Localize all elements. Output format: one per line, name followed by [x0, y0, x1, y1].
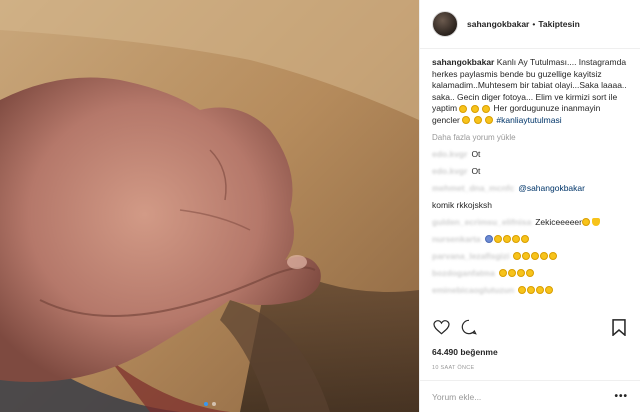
comment-item: mehmet_dna_mcnfc @sahangokbakar — [432, 182, 628, 194]
comment-item: eminebicaoglutuzun — [432, 284, 628, 296]
laughing-emoji-icon — [502, 235, 511, 243]
following-button[interactable]: Takiptesin — [538, 19, 579, 29]
post-actions — [432, 318, 628, 336]
add-comment-bar: ••• — [420, 380, 640, 412]
laughing-emoji-icon — [549, 252, 558, 260]
comment-mention[interactable]: @sahangokbakar — [518, 182, 585, 194]
post-sidebar: sahangokbakar • Takiptesin sahangokbakar… — [419, 0, 640, 412]
fist-photo — [0, 0, 419, 412]
comment-username[interactable]: eminebicaoglutuzun — [432, 284, 514, 296]
comment-item: parvana_lezaflsgizi — [432, 250, 628, 262]
bookmark-icon[interactable] — [610, 318, 628, 336]
laughing-emoji-icon — [485, 116, 494, 125]
comment-username[interactable]: edo.kvgr — [432, 165, 467, 177]
post-header: sahangokbakar • Takiptesin — [420, 0, 640, 49]
rofl-emoji-icon — [527, 286, 536, 294]
laughing-emoji-icon — [482, 104, 491, 113]
comment-input[interactable] — [432, 391, 615, 402]
laughing-emoji-icon — [507, 269, 516, 277]
load-more-comments[interactable]: Daha fazla yorum yükle — [432, 133, 628, 142]
comment-item: edo.kvgr Ot — [432, 148, 628, 160]
laughing-emoji-icon — [473, 116, 482, 125]
comments-list: sahangokbakar Kanlı Ay Tutulması.... Ins… — [420, 49, 640, 339]
comment-item: bozdoganfatma — [432, 267, 628, 279]
comment-icon[interactable] — [460, 318, 478, 336]
laughing-emoji-icon — [525, 269, 534, 277]
avatar[interactable] — [432, 11, 458, 37]
rofl-emoji-icon — [536, 286, 545, 294]
more-icon[interactable]: ••• — [614, 391, 628, 402]
comment-item: komik rkkojsksh — [432, 199, 628, 211]
carousel-indicator — [0, 402, 419, 406]
laughing-emoji-icon — [516, 269, 525, 277]
post-timestamp[interactable]: 10 SAAT ÖNCE — [432, 365, 475, 371]
laughing-emoji-icon — [493, 235, 502, 243]
comment-username[interactable]: gulden_ecrimsu_elifnisa — [432, 216, 531, 228]
laughing-emoji-icon — [498, 269, 507, 277]
comment-text: Ot — [471, 149, 481, 159]
caption: sahangokbakar Kanlı Ay Tutulması.... Ins… — [432, 57, 628, 126]
comment-username[interactable]: nursenkarta — [432, 233, 481, 245]
laughing-emoji-icon — [511, 235, 520, 243]
comment-text: Ot — [471, 166, 481, 176]
rofl-emoji-icon — [545, 286, 554, 294]
rofl-emoji-icon — [518, 286, 527, 294]
laughing-emoji-icon — [531, 252, 540, 260]
laughing-emoji-icon — [513, 252, 522, 260]
comment-item: nursenkarta — [432, 233, 628, 245]
laughing-emoji-icon — [462, 116, 471, 125]
likes-count[interactable]: 64.490 beğenme — [432, 347, 498, 357]
person-emoji-icon — [484, 235, 493, 243]
caption-hashtag[interactable]: #kanliaytutulmasi — [496, 115, 561, 125]
heart-icon[interactable] — [432, 318, 450, 336]
laughing-emoji-icon — [470, 104, 479, 113]
comment-username[interactable]: edo.kvgr — [432, 148, 467, 160]
comment-item: edo.kvgr Ot — [432, 165, 628, 177]
laughing-emoji-icon — [581, 218, 590, 226]
thumbs-up-icon — [591, 218, 600, 226]
laughing-emoji-icon — [459, 104, 468, 113]
laughing-emoji-icon — [522, 252, 531, 260]
laughing-emoji-icon — [520, 235, 529, 243]
header-username[interactable]: sahangokbakar — [467, 19, 529, 29]
caption-username[interactable]: sahangokbakar — [432, 57, 494, 67]
comment-text: Zekiceeeeer — [535, 217, 582, 227]
laughing-emoji-icon — [540, 252, 549, 260]
header-separator: • — [532, 19, 536, 29]
comment-username[interactable]: bozdoganfatma — [432, 267, 495, 279]
carousel-dot — [211, 402, 216, 406]
comment-username[interactable]: parvana_lezaflsgizi — [432, 250, 509, 262]
comment-item: gulden_ecrimsu_elifnisa Zekiceeeeer — [432, 216, 628, 228]
carousel-dot-active — [203, 402, 208, 406]
comment-username[interactable]: mehmet_dna_mcnfc — [432, 182, 514, 194]
comment-text: komik rkkojsksh — [432, 200, 492, 210]
post-image[interactable] — [0, 0, 419, 412]
